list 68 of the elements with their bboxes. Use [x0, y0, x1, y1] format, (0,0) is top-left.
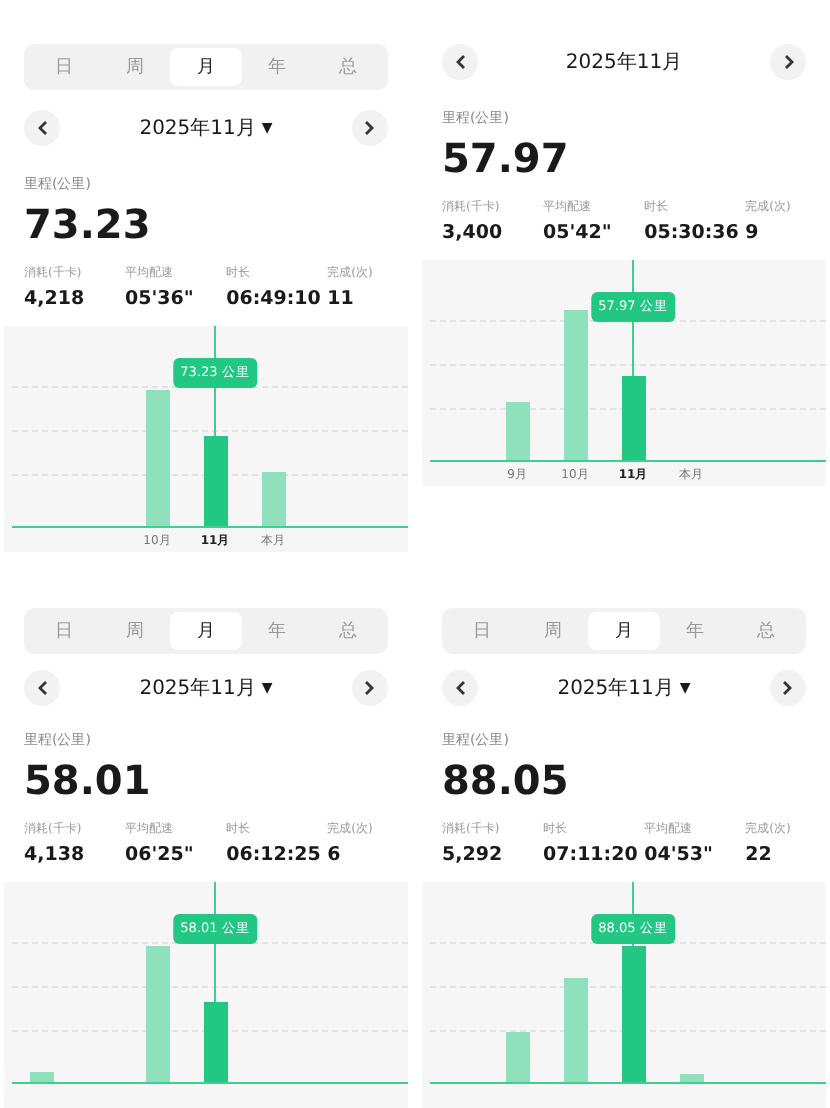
- month-selector[interactable]: 2025年11月: [139, 114, 256, 142]
- chart-bar[interactable]: [679, 1074, 703, 1082]
- stat-value: 06'25": [125, 844, 196, 866]
- next-button[interactable]: [770, 44, 806, 80]
- distance-value: 73.23: [24, 200, 153, 248]
- next-button[interactable]: [351, 110, 388, 146]
- stat-value: 06:12:25: [226, 844, 323, 866]
- period-tab[interactable]: 周: [517, 612, 589, 650]
- period-tab[interactable]: 总: [730, 612, 802, 650]
- stat-value: 4,138: [24, 844, 87, 866]
- previous-button[interactable]: [442, 670, 478, 706]
- chart-bar[interactable]: [621, 946, 645, 1082]
- period-tab[interactable]: 年: [659, 612, 731, 650]
- previous-button[interactable]: [24, 670, 60, 706]
- period-tab[interactable]: 日: [446, 612, 518, 650]
- period-tab[interactable]: 年: [241, 48, 313, 86]
- stat-value: 9: [745, 222, 761, 244]
- stat-value: 05'42": [543, 222, 614, 244]
- next-button[interactable]: [351, 670, 388, 706]
- month-selector[interactable]: 2025年11月: [139, 674, 256, 702]
- chevron-right-icon: [781, 54, 795, 70]
- chart-bar[interactable]: [505, 402, 529, 460]
- distance-value: 88.05: [442, 756, 571, 804]
- period-tab[interactable]: 年: [241, 612, 313, 650]
- period-tab[interactable]: 周: [99, 48, 171, 86]
- stat-value: 22: [745, 844, 774, 866]
- period-tab[interactable]: 月: [170, 48, 242, 86]
- chart-bar[interactable]: [145, 390, 169, 526]
- period-tab[interactable]: 月: [588, 612, 660, 650]
- stat-value: 07:11:20: [543, 844, 640, 866]
- chevron-left-icon: [453, 680, 467, 696]
- chart-bar[interactable]: [563, 310, 587, 460]
- month-selector[interactable]: 2025年11月: [565, 48, 683, 76]
- stat-value: 5,292: [442, 844, 505, 866]
- month-selector[interactable]: 2025年11月: [557, 674, 674, 702]
- period-tab[interactable]: 日: [28, 48, 100, 86]
- stat-value: 6: [327, 844, 343, 866]
- chevron-right-icon: [362, 120, 377, 136]
- chevron-right-icon: [780, 680, 795, 696]
- stat-value: 05:30:36: [644, 222, 741, 244]
- chart-bar[interactable]: [261, 472, 285, 526]
- chevron-left-icon: [35, 680, 49, 696]
- stat-value: 11: [327, 288, 356, 310]
- previous-button[interactable]: [24, 110, 60, 146]
- chart-bar[interactable]: [145, 946, 169, 1082]
- chart-bar[interactable]: [505, 1032, 529, 1082]
- chart-bar[interactable]: [29, 1072, 53, 1082]
- stat-value: 3,400: [442, 222, 505, 244]
- stat-value: 4,218: [24, 288, 87, 310]
- chart-bar[interactable]: [203, 1002, 227, 1082]
- next-button[interactable]: [769, 670, 806, 706]
- period-tab[interactable]: 月: [170, 612, 242, 650]
- period-tab[interactable]: 总: [312, 612, 384, 650]
- period-tab[interactable]: 周: [99, 612, 171, 650]
- chart-bar[interactable]: [203, 436, 227, 526]
- stat-value: 05'36": [125, 288, 196, 310]
- chevron-left-icon: [453, 54, 467, 70]
- stat-value: 06:49:10: [226, 288, 323, 310]
- stat-value: 04'53": [644, 844, 715, 866]
- distance-value: 58.01: [24, 756, 153, 804]
- distance-value: 57.97: [442, 134, 571, 182]
- previous-button[interactable]: [442, 44, 478, 80]
- chevron-right-icon: [362, 680, 377, 696]
- chart-bar[interactable]: [621, 376, 645, 460]
- chevron-left-icon: [35, 120, 49, 136]
- chart-bar[interactable]: [563, 978, 587, 1082]
- period-tab[interactable]: 总: [312, 48, 384, 86]
- period-tab[interactable]: 日: [28, 612, 100, 650]
